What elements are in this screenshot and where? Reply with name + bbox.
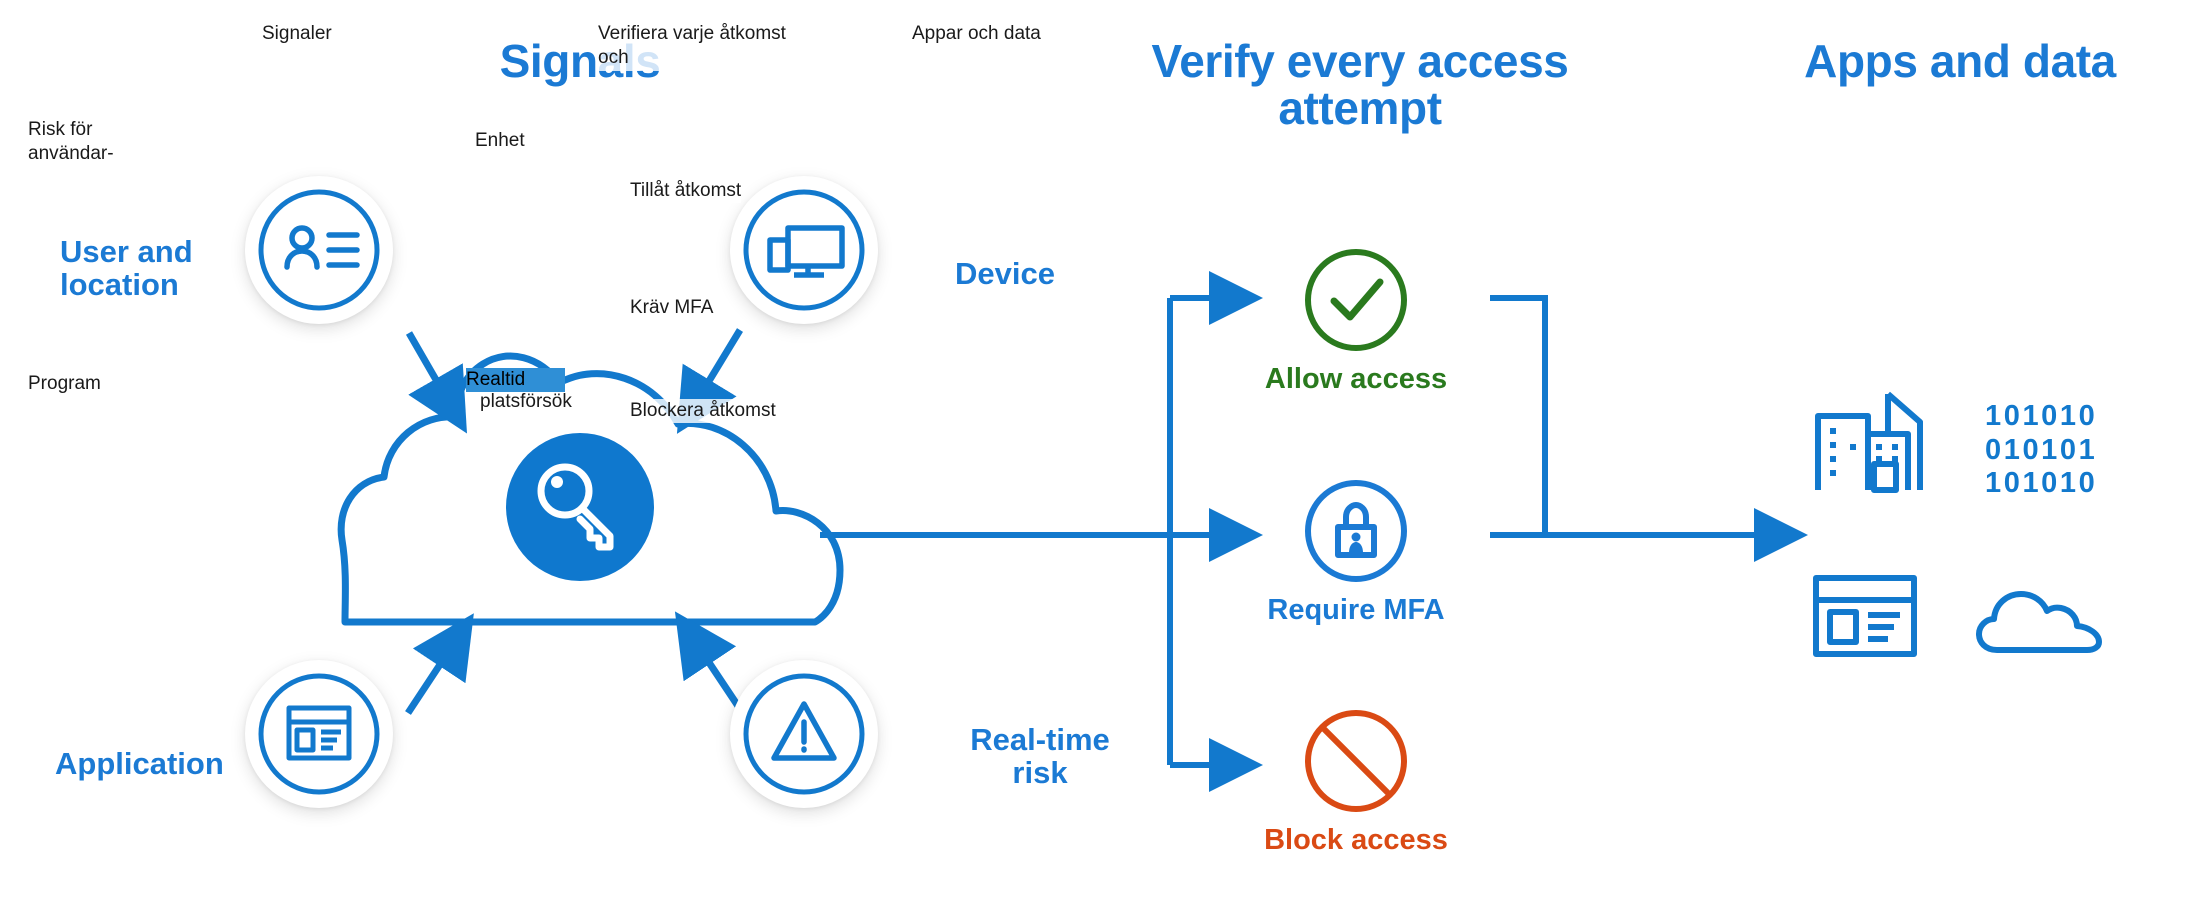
browser-window-icon xyxy=(258,673,380,795)
merge-bracket-allow xyxy=(1490,295,1548,535)
apps-icon-office-building xyxy=(1810,388,1940,498)
key-icon xyxy=(506,433,654,581)
signal-label-device: Device xyxy=(955,256,1055,291)
translation-blockera-atkomst: Blockera åtkomst xyxy=(630,399,776,424)
translation-platsforsok: platsförsök xyxy=(480,391,572,412)
decision-label-allow: Allow access xyxy=(1264,363,1448,395)
binary-row-1: 101010 xyxy=(1985,400,2098,432)
arrow-user-to-cloud xyxy=(405,331,467,434)
user-card-icon xyxy=(258,189,380,311)
decision-label-mfa: Require MFA xyxy=(1267,594,1445,626)
apps-icon-cloud xyxy=(1975,588,2105,658)
office-building-icon xyxy=(1815,391,1923,493)
apps-icon-web-app xyxy=(1810,570,1920,660)
decision-label-block: Block access xyxy=(1264,824,1448,856)
signal-badge-device[interactable] xyxy=(730,176,878,324)
translation-enhet: Enhet xyxy=(475,129,525,154)
arrow-device-to-cloud xyxy=(676,328,743,434)
policy-key-badge xyxy=(506,433,654,586)
translation-risk-for-anvandar: Risk för användar- xyxy=(28,119,114,165)
binary-row-2: 010101 xyxy=(1985,433,2098,466)
arrow-application-to-cloud xyxy=(405,613,474,715)
check-circle-icon xyxy=(1305,249,1407,351)
translation-appar-och-data: Appar och data xyxy=(912,22,1041,47)
binary-row-3: 101010 xyxy=(1985,467,2098,500)
browser-window-icon xyxy=(1813,575,1917,657)
translation-signaler: Signaler xyxy=(262,22,332,47)
signal-badge-application[interactable] xyxy=(245,660,393,808)
no-entry-icon xyxy=(1305,710,1407,812)
decision-icon-block xyxy=(1300,705,1412,817)
cloud-icon xyxy=(1976,591,2102,653)
decision-icon-allow xyxy=(1300,244,1412,356)
signal-badge-real-time-risk[interactable] xyxy=(730,660,878,808)
apps-icon-data: 101010 010101 101010 xyxy=(1985,400,2097,501)
lock-circle-icon xyxy=(1305,480,1407,582)
device-icon xyxy=(743,189,865,311)
conditional-access-diagram: User and location Device Application Rea… xyxy=(0,0,2201,899)
decision-icon-mfa xyxy=(1300,475,1412,587)
heading-verify-every-access-attempt: Verify every access attempt xyxy=(1151,35,1569,134)
signal-label-user-and-location: User and location xyxy=(60,234,193,302)
heading-apps-and-data: Apps and data xyxy=(1804,35,2116,87)
warning-triangle-icon xyxy=(743,673,865,795)
translation-verifiera-varje-atkomst: Verifiera varje åtkomst och xyxy=(598,22,858,71)
binary-data-icon: 101010 010101 101010 xyxy=(1985,400,2097,501)
translation-krav-mfa: Kräv MFA xyxy=(630,296,714,321)
signal-badge-user-and-location[interactable] xyxy=(245,176,393,324)
translation-program: Program xyxy=(28,373,101,394)
translation-tillat-atkomst: Tillåt åtkomst xyxy=(630,179,742,204)
signal-label-real-time-risk: Real-time risk xyxy=(970,722,1110,790)
translation-realtid-selected[interactable]: Realtid xyxy=(466,368,566,393)
signal-label-application: Application xyxy=(55,746,224,781)
